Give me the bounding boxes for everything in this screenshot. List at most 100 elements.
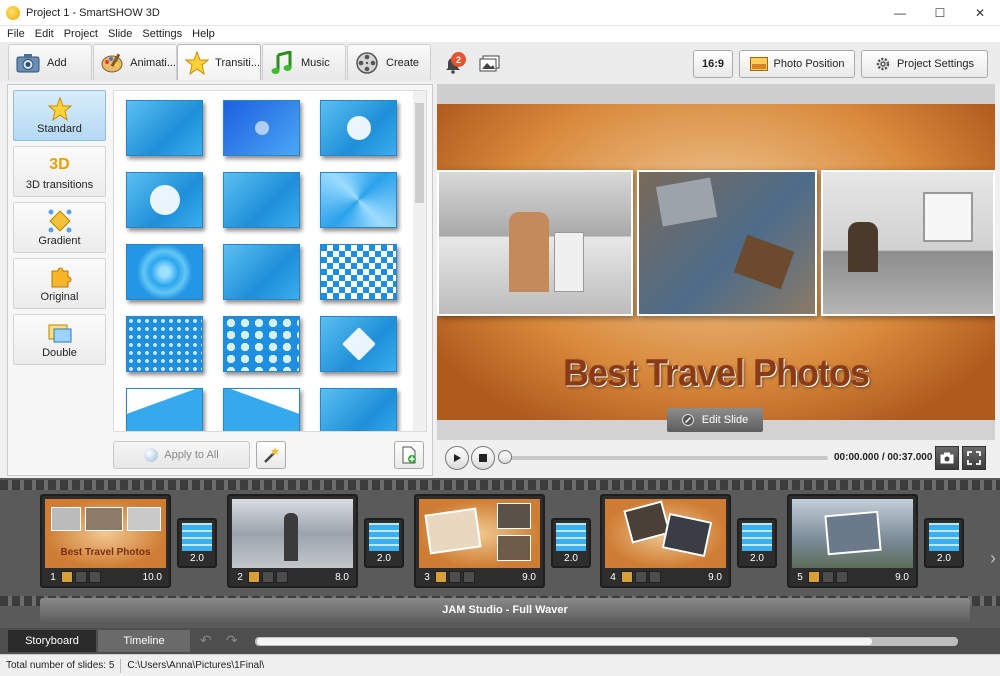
transition-thumb[interactable]	[320, 172, 397, 228]
edit-pencil-icon[interactable]	[808, 571, 820, 583]
edit-slide-label: Edit Slide	[701, 414, 749, 426]
menu-slide[interactable]: Slide	[108, 28, 132, 40]
seek-handle[interactable]	[498, 450, 512, 464]
play-button[interactable]	[445, 446, 469, 470]
seek-track[interactable]	[503, 456, 828, 460]
transition-card-2[interactable]: 2.0	[364, 518, 404, 568]
slide-duration[interactable]: 9.0	[895, 572, 913, 583]
menu-help[interactable]: Help	[192, 28, 215, 40]
apply-to-all-button[interactable]: Apply to All	[113, 441, 250, 469]
transition-duration[interactable]: 2.0	[179, 553, 215, 564]
tab-music[interactable]: Music	[262, 44, 346, 80]
audio-icon[interactable]	[89, 571, 101, 583]
slide-duration[interactable]: 8.0	[335, 572, 353, 583]
transition-card-1[interactable]: 2.0	[177, 518, 217, 568]
zoom-icon[interactable]	[75, 571, 87, 583]
transition-thumb[interactable]	[126, 172, 203, 228]
thumbnail-scrollbar[interactable]	[413, 91, 426, 431]
transition-card-4[interactable]: 2.0	[737, 518, 777, 568]
slide-duration[interactable]: 10.0	[143, 572, 166, 583]
edit-pencil-icon[interactable]	[61, 571, 73, 583]
slide-card-1[interactable]: Best Travel Photos 1 10.0	[40, 494, 171, 588]
category-original[interactable]: Original	[13, 258, 106, 309]
menu-bar: File Edit Project Slide Settings Help	[0, 26, 1000, 42]
transition-thumb[interactable]	[223, 316, 300, 372]
zoom-icon[interactable]	[635, 571, 647, 583]
slide-card-2[interactable]: 2 8.0	[227, 494, 358, 588]
slide-photo-airport[interactable]	[437, 170, 633, 316]
tab-add[interactable]: Add	[8, 44, 92, 80]
aspect-ratio-button[interactable]: 16:9	[693, 50, 733, 78]
slide-card-3[interactable]: 3 9.0	[414, 494, 545, 588]
slide-photo-suitcase[interactable]	[637, 170, 817, 316]
transition-card-5[interactable]: 2.0	[924, 518, 964, 568]
transition-thumb[interactable]	[223, 100, 300, 156]
transition-thumb[interactable]	[223, 388, 300, 431]
transition-thumb[interactable]	[126, 100, 203, 156]
zoom-icon[interactable]	[822, 571, 834, 583]
slide-duration[interactable]: 9.0	[708, 572, 726, 583]
transition-thumb[interactable]	[126, 244, 203, 300]
slide-duration[interactable]: 9.0	[522, 572, 540, 583]
transition-thumb[interactable]	[320, 244, 397, 300]
edit-pencil-icon[interactable]	[435, 571, 447, 583]
audio-icon[interactable]	[463, 571, 475, 583]
storyboard-scrollbar[interactable]	[255, 637, 958, 646]
audio-icon[interactable]	[276, 571, 288, 583]
tab-create[interactable]: Create	[347, 44, 431, 80]
fullscreen-button[interactable]	[962, 446, 986, 470]
menu-project[interactable]: Project	[64, 28, 98, 40]
slide-canvas[interactable]: Best Travel Photos	[437, 104, 995, 420]
category-gradient[interactable]: Gradient	[13, 202, 106, 253]
slide-card-5[interactable]: 5 9.0	[787, 494, 918, 588]
image-gallery-icon[interactable]	[479, 55, 501, 76]
undo-icon[interactable]: ↶	[200, 632, 212, 649]
transition-duration[interactable]: 2.0	[366, 553, 402, 564]
menu-edit[interactable]: Edit	[35, 28, 54, 40]
add-transition-button[interactable]	[394, 441, 424, 469]
transition-thumb[interactable]	[126, 316, 203, 372]
zoom-icon[interactable]	[449, 571, 461, 583]
redo-icon[interactable]: ↷	[226, 632, 238, 649]
transition-duration[interactable]: 2.0	[553, 553, 589, 564]
audio-icon[interactable]	[649, 571, 661, 583]
slide-photo-bedroom[interactable]	[821, 170, 995, 316]
snapshot-button[interactable]	[935, 446, 959, 470]
tab-transitions[interactable]: Transiti...	[177, 44, 261, 80]
edit-pencil-icon[interactable]	[621, 571, 633, 583]
tab-animation[interactable]: Animati...	[93, 44, 177, 80]
transition-card-3[interactable]: 2.0	[551, 518, 591, 568]
slide-card-4[interactable]: 4 9.0	[600, 494, 731, 588]
transition-duration[interactable]: 2.0	[926, 553, 962, 564]
tab-storyboard[interactable]: Storyboard	[8, 630, 96, 652]
menu-file[interactable]: File	[7, 28, 25, 40]
menu-settings[interactable]: Settings	[142, 28, 182, 40]
audio-icon[interactable]	[836, 571, 848, 583]
transition-thumb[interactable]	[320, 388, 397, 431]
category-3d-transitions[interactable]: 3D 3D transitions	[13, 146, 106, 197]
transition-thumb[interactable]	[320, 100, 397, 156]
category-standard[interactable]: Standard	[13, 90, 106, 141]
category-double[interactable]: Double	[13, 314, 106, 365]
maximize-button[interactable]: ☐	[920, 0, 960, 26]
magic-wand-button[interactable]	[256, 441, 286, 469]
slide-thumbnail	[419, 499, 540, 568]
play-icon	[454, 454, 461, 462]
close-button[interactable]: ✕	[960, 0, 1000, 26]
edit-pencil-icon[interactable]	[248, 571, 260, 583]
music-track-bar[interactable]: JAM Studio - Full Waver	[40, 598, 970, 622]
transition-thumbnail	[369, 523, 399, 551]
tab-timeline[interactable]: Timeline	[98, 630, 190, 652]
chevron-right-icon[interactable]: ›	[990, 548, 996, 569]
transition-thumb[interactable]	[126, 388, 203, 431]
transition-thumb[interactable]	[223, 244, 300, 300]
stop-button[interactable]	[471, 446, 495, 470]
photo-position-button[interactable]: Photo Position	[739, 50, 855, 78]
transition-thumb[interactable]	[223, 172, 300, 228]
project-settings-button[interactable]: Project Settings	[861, 50, 988, 78]
zoom-icon[interactable]	[262, 571, 274, 583]
transition-thumb[interactable]	[320, 316, 397, 372]
edit-slide-button[interactable]: Edit Slide	[667, 408, 763, 432]
minimize-button[interactable]: —	[880, 0, 920, 26]
transition-duration[interactable]: 2.0	[739, 553, 775, 564]
